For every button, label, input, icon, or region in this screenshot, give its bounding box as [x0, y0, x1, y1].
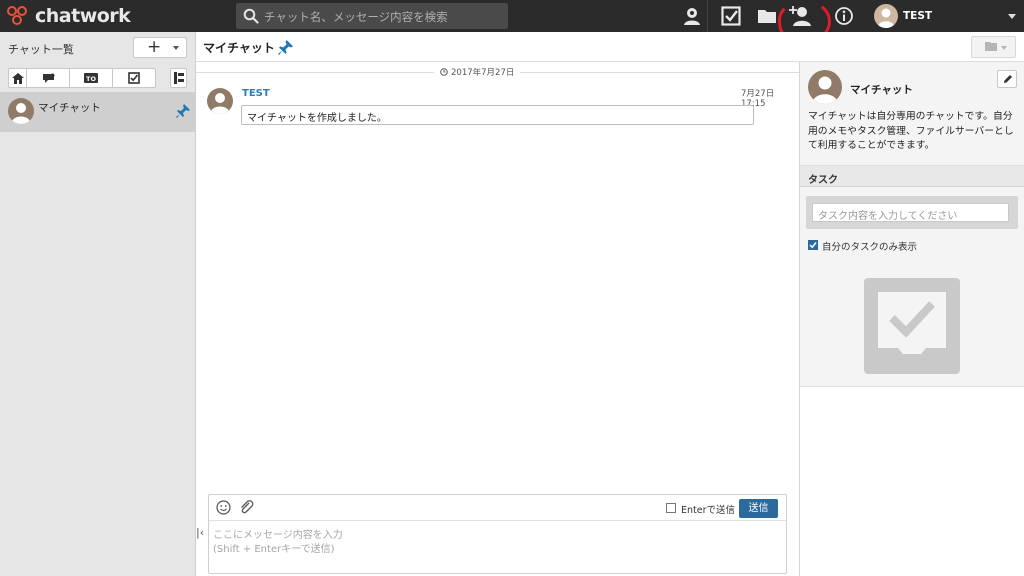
user-avatar-icon: [11, 103, 31, 124]
chevron-down-icon: [173, 46, 179, 50]
logo-text: chatwork: [35, 5, 131, 27]
pin-icon[interactable]: [278, 40, 293, 55]
filter-task-button[interactable]: [113, 69, 155, 87]
plus-icon: +: [147, 37, 162, 57]
folder-icon[interactable]: [757, 6, 777, 26]
message-body: マイチャットを作成しました。: [241, 105, 754, 125]
add-chat-button[interactable]: +: [133, 37, 187, 58]
contact-status-icon[interactable]: [682, 6, 702, 26]
task-input[interactable]: タスク内容を入力してください: [812, 203, 1009, 222]
checkmark-icon: [808, 240, 818, 250]
only-my-tasks-label[interactable]: 自分のタスクのみ表示: [822, 239, 917, 253]
top-bar: chatwork チャット名、メッセージ内容を検索 TEST: [0, 0, 1024, 32]
date-text: 2017年7月27日: [451, 68, 515, 78]
enter-to-send-checkbox[interactable]: [666, 503, 676, 513]
room-summary: マイチャット マイチャットは自分専用のチャットです。自分用のメモやタスク管理、フ…: [800, 62, 1024, 166]
sidebar-item-mychat[interactable]: マイチャット: [0, 92, 195, 132]
avatar[interactable]: [207, 88, 233, 114]
folder-icon: [985, 42, 997, 51]
svg-text:TO: TO: [86, 75, 96, 83]
task-section: タスク内容を入力してください 自分のタスクのみ表示: [800, 187, 1024, 387]
pin-icon[interactable]: [176, 104, 190, 118]
empty-task-icon: [864, 278, 960, 374]
info-icon[interactable]: [834, 6, 854, 26]
avatar[interactable]: [874, 4, 898, 28]
chevron-down-icon: [1001, 46, 1007, 50]
filter-unread-button[interactable]: [27, 69, 70, 87]
home-icon: [11, 72, 24, 84]
user-avatar-icon: [877, 8, 895, 28]
room-description: マイチャットは自分専用のチャットです。自分用のメモやタスク管理、ファイルサーバー…: [808, 111, 1014, 151]
message-composer: Enterで送信 送信 ここにメッセージ内容を入力 (Shift + Enter…: [208, 494, 787, 574]
task-checkbox-icon: [128, 72, 140, 84]
room-name: マイチャット: [850, 84, 913, 96]
send-button[interactable]: 送信: [739, 499, 778, 518]
collapse-arrow-icon[interactable]: |‹: [196, 526, 206, 540]
to-icon: TO: [84, 73, 98, 83]
speech-bubble-icon: [42, 73, 54, 83]
message-input-hint[interactable]: (Shift + Enterキーで送信): [213, 540, 335, 555]
filter-all-button[interactable]: [9, 69, 27, 87]
room-info-panel: マイチャット マイチャットは自分専用のチャットです。自分用のメモやタスク管理、フ…: [799, 62, 1024, 576]
task-input-wrapper: タスク内容を入力してください: [806, 196, 1018, 229]
sidebar-item-label: マイチャット: [38, 102, 101, 114]
attach-file-icon[interactable]: [239, 500, 254, 515]
search-input[interactable]: チャット名、メッセージ内容を検索: [264, 9, 448, 25]
enter-to-send-label[interactable]: Enterで送信: [681, 502, 735, 516]
file-button[interactable]: [971, 36, 1016, 58]
user-avatar-icon: [812, 76, 838, 104]
task-checkbox-icon[interactable]: [721, 6, 741, 26]
chatwork-logo[interactable]: chatwork: [6, 5, 131, 27]
emoji-icon[interactable]: [216, 500, 231, 515]
search-box[interactable]: チャット名、メッセージ内容を検索: [236, 3, 508, 29]
sidebar: チャット一覧 + TO マイチャット: [0, 32, 196, 576]
clock-icon: [440, 68, 448, 76]
chat-list-title: チャット一覧: [8, 43, 74, 56]
logo-icon: [6, 5, 32, 27]
only-my-tasks-checkbox[interactable]: [808, 240, 818, 250]
date-label: 2017年7月27日: [434, 66, 521, 78]
page-title: マイチャット: [203, 41, 275, 55]
message-author[interactable]: TEST: [242, 88, 270, 99]
pencil-icon: [1004, 75, 1012, 83]
chat-main: マイチャット 2017年7月27日 TEST 7月27日 17:15 マイチャッ…: [196, 32, 1024, 576]
tree-list-icon: [173, 72, 184, 84]
avatar: [808, 70, 842, 104]
search-icon: [243, 8, 259, 24]
username-label[interactable]: TEST: [903, 10, 932, 22]
filter-mention-button[interactable]: TO: [70, 69, 113, 87]
chat-header: マイチャット: [196, 32, 1024, 62]
composer-toolbar: Enterで送信 送信: [209, 495, 786, 521]
task-section-title: タスク: [808, 175, 838, 186]
message-input[interactable]: ここにメッセージ内容を入力: [213, 526, 343, 541]
task-section-header: タスク: [800, 166, 1024, 187]
chat-filter-group: TO: [8, 68, 156, 88]
edit-room-button[interactable]: [997, 70, 1017, 88]
user-avatar-icon: [210, 93, 230, 114]
sidebar-toggle-button[interactable]: [170, 68, 187, 88]
avatar: [8, 98, 34, 124]
chevron-down-icon[interactable]: [1008, 14, 1016, 19]
toolbar-divider: [707, 0, 708, 32]
